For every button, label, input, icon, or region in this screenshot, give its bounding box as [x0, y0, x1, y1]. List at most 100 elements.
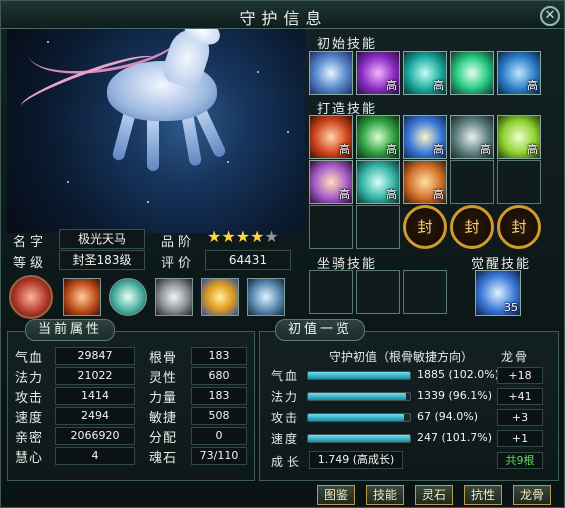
title-bar: 守护信息 ✕ [1, 1, 564, 29]
attr-value: 183 [191, 347, 247, 365]
initial-value-bar-fill [308, 393, 406, 400]
skill-icon-sun[interactable]: 高 [497, 115, 541, 159]
initial-value-label: 速度 [271, 432, 300, 446]
level-value: 封圣183级 [59, 250, 145, 270]
rating-label: 评价 [161, 256, 196, 271]
attr-value: 0 [191, 427, 247, 445]
attr-label: 慧心 [15, 451, 44, 466]
skill-icon-wind[interactable] [309, 51, 353, 95]
skill-icon-spear[interactable]: 高 [497, 51, 541, 95]
attr-label: 魂石 [149, 451, 178, 466]
star-filled-icon: ★ [235, 227, 251, 246]
attr-label: 气血 [15, 351, 44, 366]
high-badge: 高 [527, 143, 538, 156]
orb-icon[interactable] [9, 275, 53, 319]
attr-label: 速度 [15, 411, 44, 426]
attr-label: 力量 [149, 391, 178, 406]
grade-stars: ★★★★★ [207, 229, 279, 247]
skill-icon-water[interactable]: 高 [403, 51, 447, 95]
dragon-bone-value: +18 [497, 367, 543, 384]
skill-icon-spirit[interactable]: 高 [356, 51, 400, 95]
magnifier-icon[interactable] [155, 278, 193, 316]
dragon-bone-button[interactable]: 龙骨 [513, 485, 551, 505]
name-value: 极光天马 [59, 229, 145, 249]
attr-label: 根骨 [149, 351, 178, 366]
empty-mount-slot[interactable] [309, 270, 353, 314]
high-badge: 高 [527, 79, 538, 92]
high-badge: 高 [433, 188, 444, 201]
resistance-button[interactable]: 抗性 [464, 485, 502, 505]
window-title: 守护信息 [239, 9, 328, 28]
rating-value: 64431 [205, 250, 291, 270]
dragon-bone-value: +1 [497, 430, 543, 447]
high-badge: 高 [480, 143, 491, 156]
empty-skill-slot[interactable] [497, 160, 541, 204]
empty-mount-slot[interactable] [403, 270, 447, 314]
growth-value: 1.749 (高成长) [309, 451, 403, 469]
name-label: 名字 [13, 235, 48, 250]
initial-value-label: 攻击 [271, 411, 300, 425]
initial-value-bar [307, 371, 411, 380]
spirit-stone-button[interactable]: 灵石 [415, 485, 453, 505]
initial-skills-label: 初始技能 [317, 37, 378, 52]
scroll-icon[interactable] [247, 278, 285, 316]
skills-button[interactable]: 技能 [366, 485, 404, 505]
high-badge: 高 [433, 143, 444, 156]
initial-value-bar [307, 392, 411, 401]
dragon-bone-value: +3 [497, 409, 543, 426]
attr-value: 73/110 [191, 447, 247, 465]
close-icon[interactable]: ✕ [540, 6, 560, 26]
pearl-icon[interactable] [109, 278, 147, 316]
high-badge: 高 [339, 188, 350, 201]
initial-value-text: 1339 (96.1%) [417, 389, 493, 402]
initial-values-header: 守护初值（根骨敏捷方向） [329, 350, 474, 364]
high-badge: 高 [339, 143, 350, 156]
star-filled-icon: ★ [250, 227, 265, 246]
growth-label: 成长 [271, 455, 304, 469]
skill-icon-nature[interactable]: 高 [356, 115, 400, 159]
awaken-skill-icon[interactable]: 35 [475, 270, 521, 316]
sealed-slot[interactable]: 封 [497, 205, 541, 249]
initial-value-bar [307, 434, 411, 443]
initial-value-bar-fill [308, 435, 410, 442]
attr-label: 敏捷 [149, 411, 178, 426]
initial-value-bar-fill [308, 372, 410, 379]
attr-value: 2494 [55, 407, 135, 425]
high-badge: 高 [386, 143, 397, 156]
sealed-slot[interactable]: 封 [450, 205, 494, 249]
attr-value: 183 [191, 387, 247, 405]
guardian-portrait [7, 11, 305, 233]
star-empty-icon: ★ [264, 227, 279, 246]
empty-mount-slot[interactable] [356, 270, 400, 314]
skill-icon-armor[interactable]: 高 [403, 115, 447, 159]
dragon-bone-value: +41 [497, 388, 543, 405]
dragon-bone-total: 共9根 [497, 452, 543, 469]
sword-icon[interactable] [63, 278, 101, 316]
empty-skill-slot[interactable] [450, 160, 494, 204]
star-filled-icon: ★ [207, 227, 222, 246]
attributes-title: 当前属性 [25, 319, 116, 341]
codex-button[interactable]: 图鉴 [317, 485, 355, 505]
attr-value: 29847 [55, 347, 135, 365]
initial-value-label: 法力 [271, 390, 300, 404]
empty-skill-slot[interactable] [356, 205, 400, 249]
sealed-slot[interactable]: 封 [403, 205, 447, 249]
awaken-level: 35 [504, 301, 518, 314]
attr-label: 灵性 [149, 371, 178, 386]
treasure-icon[interactable] [201, 278, 239, 316]
initial-value-text: 1885 (102.0%) [417, 368, 500, 381]
high-badge: 高 [386, 79, 397, 92]
skill-icon-palm[interactable]: 高 [403, 160, 447, 204]
skill-icon-shield[interactable]: 高 [450, 115, 494, 159]
skill-icon-dusk[interactable]: 高 [309, 160, 353, 204]
skill-icon-light[interactable] [450, 51, 494, 95]
attr-label: 法力 [15, 371, 44, 386]
skill-icon-crystal[interactable]: 高 [356, 160, 400, 204]
high-badge: 高 [433, 79, 444, 92]
attr-value: 21022 [55, 367, 135, 385]
empty-skill-slot[interactable] [309, 205, 353, 249]
initial-value-text: 67 (94.0%) [417, 410, 479, 423]
attr-value: 2066920 [55, 427, 135, 445]
attr-value: 4 [55, 447, 135, 465]
skill-icon-fire[interactable]: 高 [309, 115, 353, 159]
